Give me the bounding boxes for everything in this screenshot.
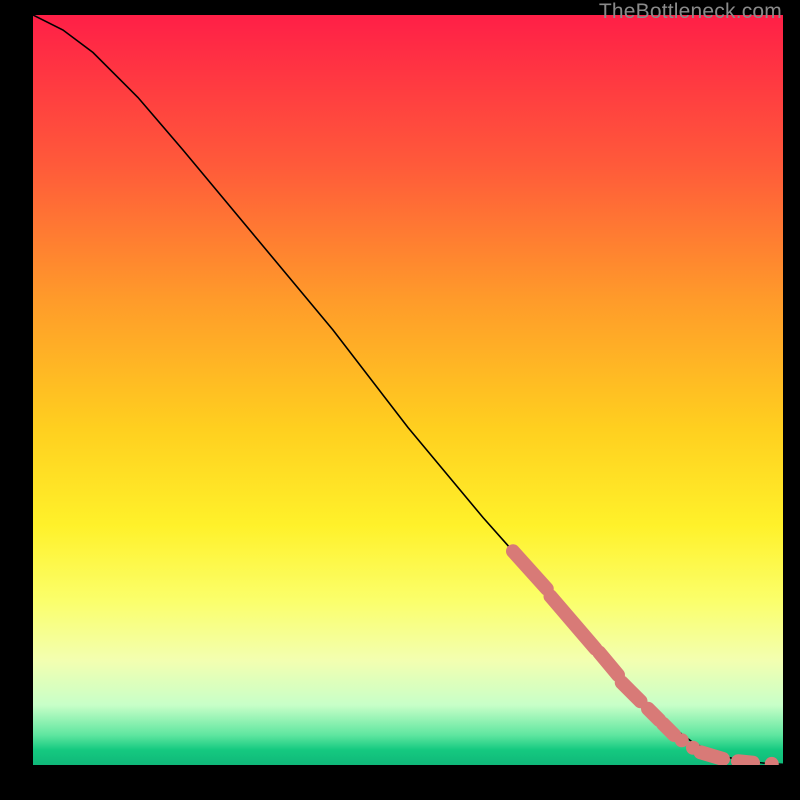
marker-pill <box>599 653 618 676</box>
marker-dot <box>765 757 779 765</box>
marker-pill <box>648 709 659 720</box>
marker-pill <box>551 596 596 649</box>
chart-curve <box>33 15 783 764</box>
marker-pill <box>701 752 724 759</box>
watermark-label: TheBottleneck.com <box>599 0 782 24</box>
marker-group-pills <box>513 551 753 763</box>
plot-area <box>33 15 783 765</box>
marker-dot <box>686 741 700 755</box>
chart-svg <box>33 15 783 765</box>
marker-pill <box>738 761 753 763</box>
marker-pill <box>513 551 547 589</box>
marker-pill <box>622 683 641 702</box>
marker-pill <box>663 724 674 735</box>
